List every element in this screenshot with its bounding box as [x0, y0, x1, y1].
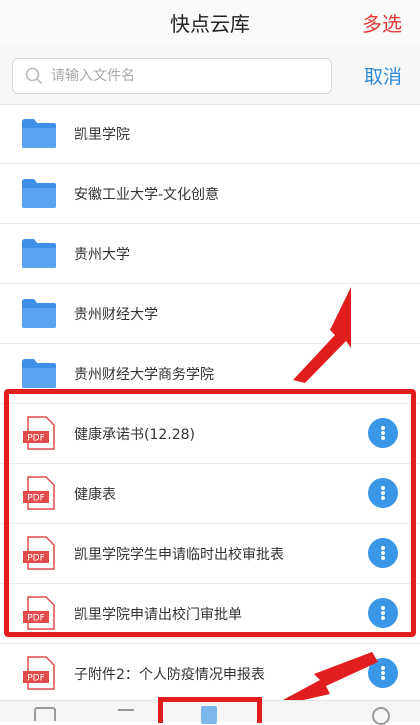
folder-icon: [22, 359, 56, 388]
cloud-tab-icon: [201, 706, 217, 724]
more-options-button[interactable]: [368, 538, 398, 568]
pdf-badge-text: PDF: [27, 674, 45, 684]
list-item[interactable]: PDF 健康承诺书(12.28): [0, 404, 420, 464]
pdf-icon: PDF: [23, 656, 55, 690]
file-list: 凯里学院 安徽工业大学-文化创意 贵州大学 贵州财经大学 贵州财经大学商务学院: [0, 104, 420, 704]
folder-icon: [22, 119, 56, 148]
more-options-button[interactable]: [368, 598, 398, 628]
list-item[interactable]: PDF 凯里学院学生申请临时出校审批表: [0, 524, 420, 584]
list-item[interactable]: PDF 凯里学院申请出校门审批单: [0, 584, 420, 644]
file-name: 健康表: [74, 487, 116, 503]
search-box[interactable]: [12, 58, 332, 94]
folder-icon: [22, 299, 56, 328]
pdf-badge-text: PDF: [27, 554, 45, 564]
folder-name: 安徽工业大学-文化创意: [74, 187, 220, 203]
folder-name: 贵州大学: [74, 247, 130, 263]
app-header: 快点云库 多选: [0, 0, 420, 47]
pdf-badge-text: PDF: [27, 434, 45, 444]
folder-icon: [22, 239, 56, 268]
list-item[interactable]: 贵州财经大学商务学院: [0, 344, 420, 404]
pdf-icon: PDF: [23, 536, 55, 570]
pdf-badge-text: PDF: [27, 614, 45, 624]
multi-select-button[interactable]: 多选: [362, 8, 402, 37]
folder-name: 凯里学院: [74, 127, 130, 143]
list-item[interactable]: 贵州财经大学: [0, 284, 420, 344]
file-name: 健康承诺书(12.28): [74, 427, 196, 443]
search-icon: [25, 67, 43, 85]
more-options-button[interactable]: [368, 658, 398, 688]
file-name: 凯里学院申请出校门审批单: [74, 607, 242, 623]
pdf-icon: PDF: [23, 416, 55, 450]
list-item[interactable]: 安徽工业大学-文化创意: [0, 164, 420, 224]
tab-list[interactable]: [118, 709, 134, 721]
more-options-button[interactable]: [368, 478, 398, 508]
list-item[interactable]: 贵州大学: [0, 224, 420, 284]
folder-name: 贵州财经大学: [74, 307, 158, 323]
page-title: 快点云库: [170, 12, 250, 36]
list-item[interactable]: PDF 子附件2：个人防疫情况申报表: [0, 644, 420, 704]
pdf-icon: PDF: [23, 596, 55, 630]
search-input[interactable]: [51, 59, 321, 93]
folder-name: 贵州财经大学商务学院: [74, 367, 214, 383]
folder-icon: [22, 179, 56, 208]
more-options-button[interactable]: [368, 418, 398, 448]
file-name: 凯里学院学生申请临时出校审批表: [74, 547, 284, 563]
file-name: 子附件2：个人防疫情况申报表: [74, 667, 265, 683]
bottom-tab-bar: [0, 697, 420, 725]
cancel-button[interactable]: 取消: [364, 62, 402, 89]
list-item[interactable]: PDF 健康表: [0, 464, 420, 524]
pdf-badge-text: PDF: [27, 494, 45, 504]
tab-home[interactable]: [34, 707, 56, 721]
search-bar: 取消: [0, 46, 420, 105]
tab-cloud-active[interactable]: [158, 697, 262, 724]
tab-profile[interactable]: [372, 707, 390, 725]
list-item[interactable]: 凯里学院: [0, 104, 420, 164]
pdf-icon: PDF: [23, 476, 55, 510]
